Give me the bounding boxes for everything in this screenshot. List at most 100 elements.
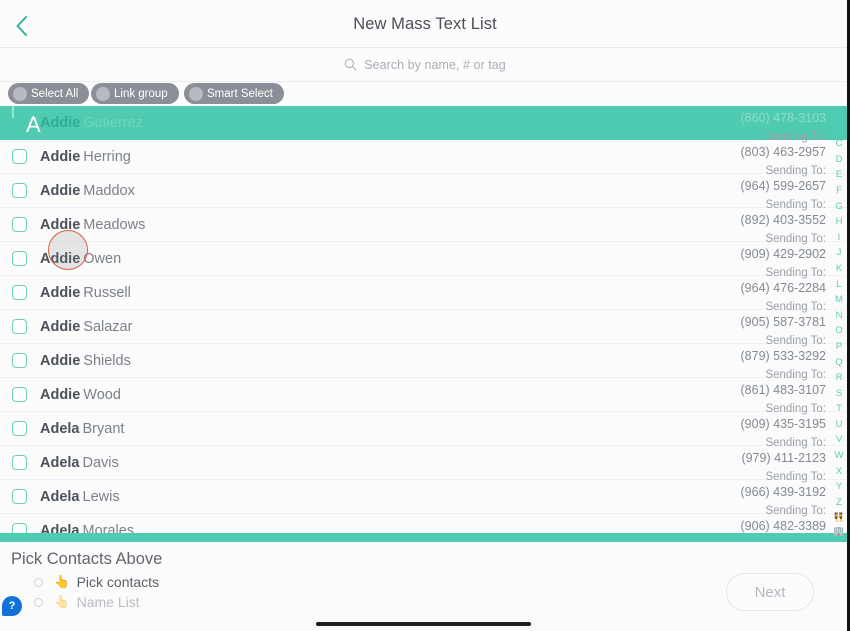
contact-phone: (803) 463-2957 xyxy=(740,144,826,159)
alpha-index-letter[interactable]: G xyxy=(835,202,842,212)
help-icon[interactable]: ? xyxy=(2,596,22,616)
contact-row[interactable]: Addie Russell Sending To: (964) 476-2284 xyxy=(0,267,850,310)
contact-last-name: Maddox xyxy=(83,182,135,199)
contact-phone: (906) 482-3389 xyxy=(740,518,826,533)
contact-last-name: Lewis xyxy=(82,488,120,505)
contact-checkbox[interactable] xyxy=(12,353,27,368)
contact-row[interactable]: Addie Herring Sending To: (803) 463-2957 xyxy=(0,131,850,174)
contact-name: Adela Davis xyxy=(40,455,119,471)
contact-row[interactable]: Adela Bryant Sending To: (909) 435-3195 xyxy=(0,403,850,446)
alpha-index-letter[interactable]: D xyxy=(836,155,843,165)
contact-row[interactable]: Addie Owen Sending To: (909) 429-2902 xyxy=(0,233,850,276)
contact-checkbox[interactable] xyxy=(12,387,27,402)
alpha-index-letter[interactable]: N xyxy=(836,311,843,321)
contact-checkbox[interactable] xyxy=(12,489,27,504)
contact-phone: (860) 478-3103 xyxy=(740,110,826,125)
alpha-index-letter[interactable]: W xyxy=(835,451,844,461)
search-bar[interactable]: Search by name, # or tag xyxy=(0,48,850,82)
pill-button-smart-select[interactable]: Smart Select xyxy=(184,83,284,104)
contact-row[interactable]: Addie Shields Sending To: (879) 533-3292 xyxy=(0,335,850,378)
contact-row[interactable]: Addie Maddox Sending To: (964) 599-2657 xyxy=(0,165,850,208)
alphabet-index[interactable]: A B C D E F G H I J K L M N O P Q R S T U V W X Y Z 👯 🏢 xyxy=(831,108,847,536)
contact-checkbox[interactable] xyxy=(12,149,27,164)
contact-checkbox[interactable] xyxy=(12,285,27,300)
contact-first-name: Adela xyxy=(40,488,80,505)
alpha-index-letter[interactable]: A xyxy=(836,108,842,118)
contact-row[interactable]: Adela Davis Sending To: (979) 411-2123 xyxy=(0,437,850,480)
contact-last-name: Shields xyxy=(83,352,131,369)
contact-first-name: Addie xyxy=(40,352,81,369)
radio-button[interactable] xyxy=(34,597,43,607)
contact-last-name: Owen xyxy=(83,250,122,267)
alpha-index-letter[interactable]: I xyxy=(838,233,841,243)
contact-row[interactable]: Adela Lewis Sending To: (966) 439-3192 xyxy=(0,471,850,514)
alpha-index-letter[interactable]: K xyxy=(836,264,842,274)
contact-checkbox[interactable] xyxy=(12,217,27,232)
alpha-index-letter[interactable]: S xyxy=(836,389,842,399)
section-letter: A xyxy=(26,112,41,137)
alpha-index-letter[interactable]: P xyxy=(836,342,842,352)
contact-phone: (979) 411-2123 xyxy=(741,450,826,465)
alpha-index-letter[interactable]: Z xyxy=(836,498,842,508)
alpha-index-letter[interactable]: B xyxy=(836,124,842,134)
contact-first-name: Addie xyxy=(40,386,81,403)
contact-name: Addie Meadows xyxy=(40,217,145,233)
next-button[interactable]: Next xyxy=(726,573,814,611)
alpha-index-letter[interactable]: Y xyxy=(836,482,842,492)
contact-last-name: Bryant xyxy=(82,420,125,437)
contact-phone: (966) 439-3192 xyxy=(740,484,826,499)
alpha-index-letter[interactable]: X xyxy=(836,467,842,477)
home-indicator xyxy=(316,622,531,626)
alpha-index-extra-icon[interactable]: 🏢 xyxy=(833,527,844,536)
contact-checkbox[interactable] xyxy=(12,251,27,266)
contact-last-name: Herring xyxy=(83,148,131,165)
alpha-index-letter[interactable]: O xyxy=(835,326,842,336)
contact-row[interactable]: AAddieGutierrezSending To:(860) 478-3103 xyxy=(0,106,850,140)
bottom-panel-title: Pick Contacts Above xyxy=(11,550,163,568)
alpha-index-letter[interactable]: V xyxy=(836,435,842,445)
contact-checkbox[interactable] xyxy=(12,319,27,334)
alpha-index-letter[interactable]: U xyxy=(836,420,843,430)
contact-row[interactable]: Addie Meadows Sending To: (892) 403-3552 xyxy=(0,199,850,242)
contact-list[interactable]: AAddieGutierrezSending To:(860) 478-3103… xyxy=(0,106,850,533)
search-input[interactable]: Search by name, # or tag xyxy=(364,58,506,72)
section-divider xyxy=(0,533,850,542)
pointing-hand-icon: 👆 xyxy=(54,594,70,609)
contact-name: Addie Maddox xyxy=(40,183,135,199)
alpha-index-letter[interactable]: E xyxy=(836,170,842,180)
contact-name: Addie Shields xyxy=(40,353,131,369)
mass-text-list-screen: New Mass Text List Search by name, # or … xyxy=(0,0,850,631)
alpha-index-letter[interactable]: M xyxy=(835,295,843,305)
alpha-index-letter[interactable]: R xyxy=(836,373,843,383)
alpha-index-extra-icon[interactable]: 👯 xyxy=(833,513,844,522)
contact-first-name: Addie xyxy=(40,148,81,165)
alpha-index-letter[interactable]: J xyxy=(837,248,842,258)
contact-first-name: Addie xyxy=(40,318,81,335)
contact-row[interactable]: Addie Wood Sending To: (861) 483-3107 xyxy=(0,369,850,412)
radio-option-pick-contacts[interactable]: 👆 Pick contacts xyxy=(34,574,159,590)
alpha-index-letter[interactable]: Q xyxy=(835,357,842,368)
contact-first-name: Addie xyxy=(40,250,81,267)
contact-row[interactable]: Addie Salazar Sending To: (905) 587-3781 xyxy=(0,301,850,344)
alpha-index-letter[interactable]: T xyxy=(836,404,842,414)
contact-first-name: Addie xyxy=(40,216,81,233)
contact-checkbox[interactable] xyxy=(12,523,27,533)
section-tick xyxy=(12,106,14,118)
pill-button-select-all[interactable]: Select All xyxy=(8,83,90,104)
radio-option-name-list[interactable]: 👆 Name List xyxy=(34,594,140,610)
alpha-index-letter[interactable]: L xyxy=(836,280,841,290)
alpha-index-letter[interactable]: H xyxy=(836,217,843,227)
alpha-index-letter[interactable]: F xyxy=(836,186,842,196)
contact-checkbox[interactable] xyxy=(12,455,27,470)
contact-checkbox[interactable] xyxy=(12,183,27,198)
contact-first-name: Addie xyxy=(40,114,81,131)
radio-button[interactable] xyxy=(34,577,43,587)
contact-name: Addie Salazar xyxy=(40,319,132,335)
contact-last-name: Gutierrez xyxy=(83,114,143,131)
radio-option-label: Pick contacts xyxy=(76,574,160,590)
pill-button-link-group[interactable]: Link group xyxy=(91,83,179,104)
contact-checkbox[interactable] xyxy=(12,421,27,436)
contact-phone: (964) 599-2657 xyxy=(740,178,826,193)
contact-row[interactable]: Adela Morales Sending To: (906) 482-3389 xyxy=(0,505,850,533)
alpha-index-letter[interactable]: C xyxy=(836,139,843,149)
